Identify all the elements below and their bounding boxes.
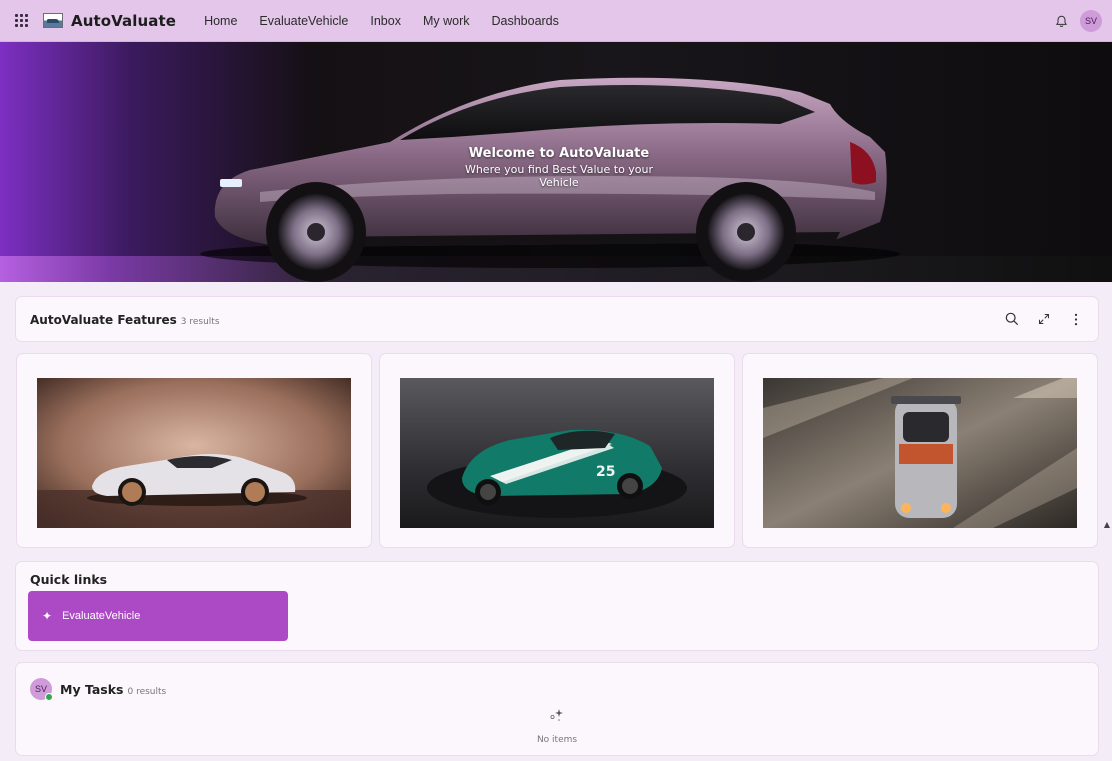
features-header-card: AutoValuate Features 3 results [16, 297, 1098, 341]
nav-item-inbox[interactable]: Inbox [370, 14, 401, 28]
feature-card-3[interactable] [743, 354, 1097, 547]
quick-links-card: Quick links ✦ EvaluateVehicle [16, 562, 1098, 650]
scroll-indicator-icon[interactable]: ▲ [1104, 520, 1110, 529]
waffle-grid-icon[interactable] [15, 13, 29, 28]
hero-title: Welcome to AutoValuate [468, 146, 650, 161]
nav-item-my-work[interactable]: My work [423, 14, 470, 28]
my-tasks-card: SV My Tasks 0 results No items [16, 663, 1098, 755]
svg-text:25: 25 [596, 464, 615, 480]
tasks-count: 0 results [127, 687, 167, 697]
search-icon[interactable] [1004, 311, 1020, 327]
quick-links-title: Quick links [30, 572, 108, 587]
features-title: AutoValuate Features 3 results [30, 313, 220, 327]
features-actions [1004, 311, 1084, 327]
nav-item-dashboards[interactable]: Dashboards [491, 14, 558, 28]
hero-text: Welcome to AutoValuate Where you find Be… [444, 146, 674, 189]
features-count: 3 results [180, 317, 220, 327]
app-title[interactable]: AutoValuate [71, 12, 176, 30]
more-vertical-icon[interactable] [1068, 311, 1084, 327]
feature-card-2[interactable]: 25 [380, 354, 734, 547]
nav-item-evaluate-vehicle[interactable]: EvaluateVehicle [259, 14, 348, 28]
nav-item-home[interactable]: Home [204, 14, 237, 28]
hero-subtitle: Where you find Best Value to your Vehicl… [464, 163, 654, 189]
quick-link-label: EvaluateVehicle [62, 610, 141, 622]
supercar-green-image: 25 [400, 378, 714, 528]
quick-link-evaluate-vehicle[interactable]: ✦ EvaluateVehicle [28, 591, 288, 641]
expand-icon[interactable] [1036, 311, 1052, 327]
features-title-text: AutoValuate Features [30, 313, 177, 327]
bell-icon[interactable] [1055, 15, 1068, 28]
main-nav: Home EvaluateVehicle Inbox My work Dashb… [204, 14, 581, 28]
supercar-white-image [37, 378, 351, 528]
user-avatar[interactable]: SV [1080, 10, 1102, 32]
sparkle-icon: ✦ [42, 609, 53, 623]
tasks-title-text: My Tasks [60, 682, 124, 697]
empty-sparkle-icon [549, 707, 565, 727]
empty-state-text: No items [536, 735, 578, 745]
feature-card-1[interactable] [17, 354, 371, 547]
presence-status-icon [45, 693, 53, 701]
top-navigation-bar: AutoValuate Home EvaluateVehicle Inbox M… [0, 0, 1112, 42]
tasks-title: My Tasks 0 results [60, 682, 166, 697]
rally-car-image [763, 378, 1077, 528]
app-logo [43, 13, 63, 28]
hero-banner: Welcome to AutoValuate Where you find Be… [0, 42, 1112, 282]
